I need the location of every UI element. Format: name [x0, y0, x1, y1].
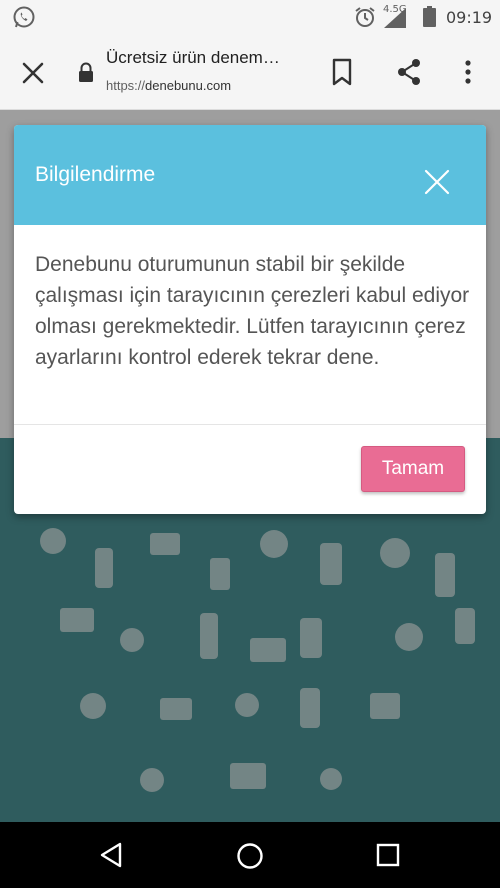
- decor-shape: [370, 693, 400, 719]
- signal-icon: [384, 8, 406, 28]
- decor-shape: [80, 693, 106, 719]
- close-icon[interactable]: [424, 169, 450, 195]
- decor-shape: [230, 763, 266, 789]
- decor-shape: [320, 768, 342, 790]
- cookie-info-dialog: Bilgilendirme Denebunu oturumunun stabil…: [14, 125, 486, 514]
- decor-shape: [40, 528, 66, 554]
- share-icon[interactable]: [396, 58, 422, 86]
- dialog-title: Bilgilendirme: [35, 163, 156, 186]
- decor-shape: [300, 688, 320, 728]
- page-url: https://denebunu.com: [106, 78, 231, 93]
- decor-shape: [210, 558, 230, 590]
- browser-toolbar: Ücretsiz ürün denem… https://denebunu.co…: [0, 34, 500, 110]
- decor-shape: [160, 698, 192, 720]
- alarm-icon: [355, 7, 375, 27]
- ok-button[interactable]: Tamam: [361, 446, 465, 492]
- decor-shape: [435, 553, 455, 597]
- status-bar: 4.5G 09:19: [0, 0, 500, 34]
- dialog-message: Denebunu oturumunun stabil bir şekilde ç…: [35, 253, 470, 369]
- url-scheme: https://: [106, 78, 146, 93]
- decor-shape: [395, 623, 423, 651]
- bookmark-icon[interactable]: [330, 58, 354, 86]
- decor-shape: [200, 613, 218, 659]
- recent-apps-icon[interactable]: [376, 843, 400, 867]
- back-icon[interactable]: [98, 842, 124, 868]
- decor-shape: [455, 608, 475, 644]
- lock-icon: [79, 62, 93, 82]
- decor-shape: [140, 768, 164, 792]
- page-title: Ücretsiz ürün denem…: [106, 48, 280, 67]
- decor-shape: [120, 628, 144, 652]
- dialog-divider: [14, 424, 486, 425]
- decor-shape: [235, 693, 259, 717]
- whatsapp-icon: [13, 6, 35, 28]
- android-nav-bar: [0, 822, 500, 888]
- decor-shape: [250, 638, 286, 662]
- close-icon[interactable]: [20, 60, 46, 86]
- battery-icon: [423, 6, 436, 27]
- decor-shape: [300, 618, 322, 658]
- url-host: denebunu.com: [145, 78, 232, 93]
- dialog-header: Bilgilendirme: [14, 125, 486, 225]
- clock: 09:19: [446, 8, 493, 27]
- decor-shape: [320, 543, 342, 585]
- decor-shape: [260, 530, 288, 558]
- decor-shape: [380, 538, 410, 568]
- decor-shape: [60, 608, 94, 632]
- home-icon[interactable]: [236, 842, 264, 870]
- more-vert-icon[interactable]: [460, 58, 476, 86]
- decor-shape: [150, 533, 180, 555]
- decor-shape: [95, 548, 113, 588]
